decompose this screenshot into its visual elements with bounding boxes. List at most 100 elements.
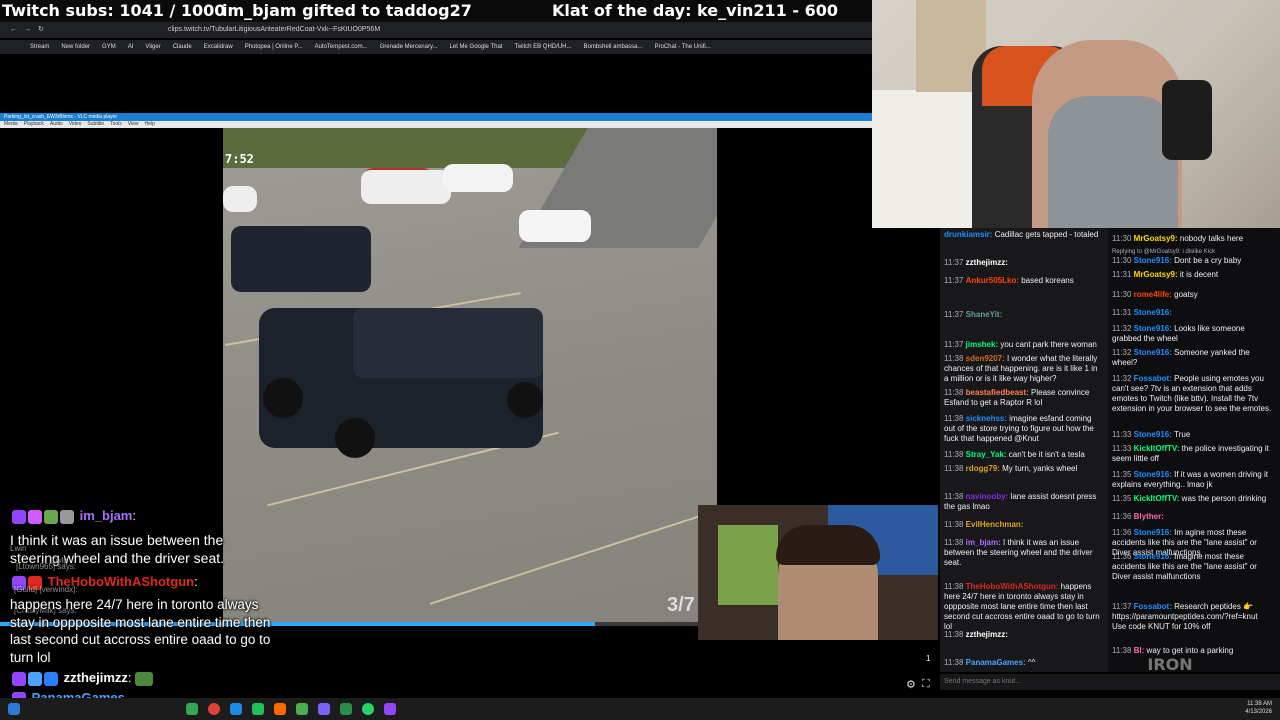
bookmark-item[interactable]: Claude bbox=[167, 40, 198, 54]
fullscreen-icon[interactable]: ⛶ bbox=[922, 678, 930, 691]
chat-username[interactable]: jimshek: bbox=[966, 340, 1001, 349]
bookmark-item[interactable]: Excalidraw bbox=[198, 40, 239, 54]
video-timestamp: 7:52 bbox=[225, 152, 254, 166]
url-field[interactable]: clips.twitch.tv/TubularLitigiousAnteater… bbox=[168, 22, 380, 38]
chat-username[interactable]: Stone916: bbox=[1134, 528, 1174, 537]
chat-username[interactable]: KickItOffTV: bbox=[1134, 494, 1182, 503]
chat-username[interactable]: navinooby: bbox=[966, 492, 1011, 501]
vlc-icon[interactable] bbox=[274, 703, 286, 715]
bookmark-item[interactable]: Twitch EB QHD/UH... bbox=[508, 40, 577, 54]
chat-username[interactable]: Stone916: bbox=[1134, 348, 1174, 357]
app-icon[interactable] bbox=[318, 703, 330, 715]
bookmark-item[interactable]: Bombshell ambassa... bbox=[577, 40, 648, 54]
bookmark-item[interactable]: Let Me Google That bbox=[444, 40, 509, 54]
chat-timestamp: 11:38 bbox=[944, 582, 966, 591]
chat-username[interactable]: ShaneYit: bbox=[966, 310, 1003, 319]
chat-timestamp: 11:37 bbox=[944, 276, 966, 285]
bookmark-item[interactable]: Stream bbox=[24, 40, 55, 54]
truck-wheel bbox=[335, 418, 375, 458]
heart-badge-icon bbox=[28, 509, 42, 524]
start-icon[interactable] bbox=[8, 703, 20, 715]
chat-username[interactable]: MrGoatsy9: bbox=[1134, 234, 1180, 243]
back-icon[interactable]: ← bbox=[10, 22, 17, 38]
chat-username[interactable]: EvilHenchman: bbox=[966, 520, 1024, 529]
chat-username[interactable]: zzthejimzz: bbox=[966, 258, 1008, 267]
chat-timestamp: 11:35 bbox=[1112, 470, 1134, 479]
menu-help[interactable]: Help bbox=[145, 121, 155, 128]
chat-username[interactable]: Blyther: bbox=[1134, 512, 1164, 521]
bookmark-item[interactable]: AI bbox=[122, 40, 140, 54]
chat-username[interactable]: sden9207: bbox=[966, 354, 1007, 363]
bookmark-item[interactable]: Grenade Mercenary... bbox=[374, 40, 444, 54]
chat-timestamp: 11:33 bbox=[1112, 430, 1134, 439]
menu-video[interactable]: Video bbox=[69, 121, 82, 128]
chat-username[interactable]: Stone916: bbox=[1134, 324, 1174, 333]
chat-username[interactable]: MrGoatsy9: bbox=[1134, 270, 1180, 279]
whatsapp-icon[interactable] bbox=[362, 703, 374, 715]
bookmark-item[interactable]: Photopea | Online P... bbox=[239, 40, 309, 54]
chat-username[interactable]: Stone916: bbox=[1134, 430, 1174, 439]
chat-message: 11:37 Fossabot: Research peptides 👉 http… bbox=[1112, 602, 1272, 632]
bookmark-item[interactable]: ProChat - The Unifi... bbox=[649, 40, 717, 54]
chat-username[interactable]: rome4life: bbox=[1134, 290, 1174, 299]
chat-username[interactable]: Stone916: bbox=[1134, 552, 1174, 561]
chat-username[interactable]: im_bjam: bbox=[966, 538, 1003, 547]
settings-icon[interactable]: ⚙ bbox=[906, 678, 916, 691]
chat-message: 11:38 Stray_Yak: can't be it isn't a tes… bbox=[944, 450, 1104, 460]
chat-panel-left[interactable]: drunkiamsir: Cadillac gets tapped - tota… bbox=[940, 228, 1108, 672]
chat-message: 11:38 TheHoboWithAShotgun: happens here … bbox=[944, 582, 1104, 632]
chat-username[interactable]: Stone916: bbox=[1134, 470, 1174, 479]
reload-icon[interactable]: ↻ bbox=[38, 22, 44, 38]
edge-icon[interactable] bbox=[230, 703, 242, 715]
spotify-icon[interactable] bbox=[186, 703, 198, 715]
chat-username[interactable]: Ankur505Lko: bbox=[966, 276, 1022, 285]
menu-subtitle[interactable]: Subtitle bbox=[87, 121, 104, 128]
gear-badge-icon bbox=[60, 509, 74, 524]
bookmark-item[interactable]: Vliger bbox=[139, 40, 166, 54]
chat-username[interactable]: Fossabot: bbox=[1134, 602, 1174, 611]
video-frame[interactable]: 7:52 3/7 bbox=[223, 128, 717, 623]
system-tray-clock[interactable]: 11:38 AM 4/13/2026 bbox=[1245, 700, 1272, 716]
bookmark-item[interactable]: GYM bbox=[96, 40, 122, 54]
menu-playback[interactable]: Playback bbox=[24, 121, 44, 128]
chat-username[interactable]: PanamaGames: bbox=[966, 658, 1028, 667]
guest-hair bbox=[776, 525, 880, 565]
browser-address-bar[interactable]: ← → ↻ clips.twitch.tv/TubularLitigiousAn… bbox=[0, 22, 872, 38]
bookmarks-bar: Stream New folder GYM AI Vliger Claude E… bbox=[0, 40, 872, 54]
chat-username[interactable]: TheHoboWithAShotgun: bbox=[966, 582, 1061, 591]
chat-username[interactable]: drunkiamsir: bbox=[944, 230, 995, 239]
chat-message: 11:32 Stone916: Someone yanked the wheel… bbox=[1112, 348, 1272, 368]
menu-view[interactable]: View bbox=[128, 121, 139, 128]
chat-username[interactable]: Fossabot: bbox=[1134, 374, 1174, 383]
ghost-line: Lwin bbox=[10, 544, 27, 553]
chat-username[interactable]: Stone916: bbox=[1134, 256, 1174, 265]
chat-message: 11:38 PanamaGames: ^^ bbox=[944, 658, 1104, 668]
bookmark-item[interactable]: New folder bbox=[55, 40, 96, 54]
chat-username[interactable]: rdogg79: bbox=[966, 464, 1002, 473]
app-icon[interactable] bbox=[296, 703, 308, 715]
chat-username[interactable]: sicknehss: bbox=[966, 414, 1010, 423]
chat-username[interactable]: Stray_Yak: bbox=[966, 450, 1009, 459]
chat-text: Dont be a cry baby bbox=[1174, 256, 1242, 265]
chat-text: My turn, yanks wheel bbox=[1002, 464, 1078, 473]
chat-username[interactable]: zzthejimzz: bbox=[966, 630, 1008, 639]
menu-tools[interactable]: Tools bbox=[110, 121, 122, 128]
forward-icon[interactable]: → bbox=[24, 22, 31, 38]
chat-timestamp: 11:38 bbox=[944, 520, 966, 529]
overlay-count: 1 bbox=[926, 654, 931, 663]
menu-media[interactable]: Media bbox=[4, 121, 18, 128]
chat-username[interactable]: Stone916: bbox=[1134, 308, 1172, 317]
chat-message: 11:32 Stone916: Looks like someone grabb… bbox=[1112, 324, 1272, 344]
chat-message: 11:38 sicknehss: imagine esfand coming o… bbox=[944, 414, 1104, 444]
chat-input[interactable]: Send message as knut... bbox=[940, 674, 1280, 690]
chat-username[interactable]: KickItOffTV: bbox=[1134, 444, 1182, 453]
excel-icon[interactable] bbox=[340, 703, 352, 715]
chrome-icon[interactable] bbox=[208, 703, 220, 715]
chat-panel-right[interactable]: 11:30 MrGoatsy9: nobody talks here Replyi… bbox=[1108, 228, 1280, 672]
menu-audio[interactable]: Audio bbox=[50, 121, 63, 128]
chat-username[interactable]: beastafiedbeast: bbox=[966, 388, 1031, 397]
chat-message: 11:30 rome4life: goatsy bbox=[1112, 290, 1272, 300]
bookmark-item[interactable]: AutoTempest.com... bbox=[309, 40, 374, 54]
app-icon[interactable] bbox=[252, 703, 264, 715]
obs-icon[interactable] bbox=[384, 703, 396, 715]
